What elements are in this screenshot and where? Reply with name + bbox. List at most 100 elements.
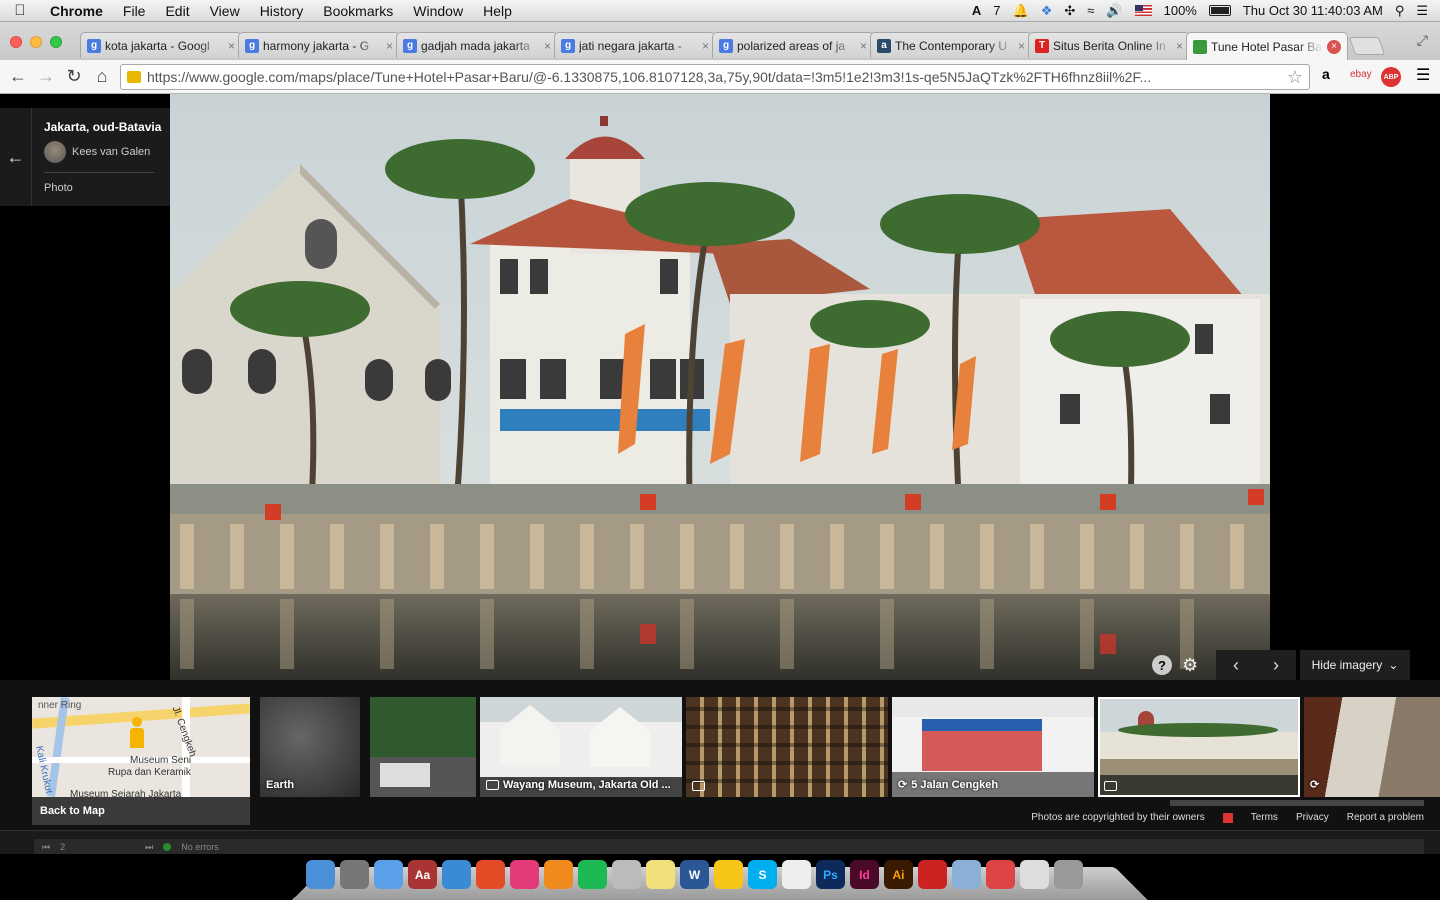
photo-author[interactable]: Kees van Galen bbox=[44, 141, 150, 163]
back-button[interactable]: ← bbox=[4, 66, 32, 87]
close-tab-icon[interactable]: × bbox=[1176, 39, 1183, 53]
tab-2[interactable]: g gadjah mada jakarta × bbox=[396, 32, 558, 58]
tab-5[interactable]: a The Contemporary U × bbox=[870, 32, 1032, 58]
menu-help[interactable]: Help bbox=[473, 3, 522, 19]
amazon-extension-icon[interactable]: a bbox=[1322, 66, 1330, 82]
back-arrow-icon[interactable]: ← bbox=[0, 108, 32, 206]
main-photo[interactable] bbox=[170, 94, 1270, 680]
address-url[interactable]: https://www.google.com/maps/place/Tune+H… bbox=[147, 69, 1287, 85]
acrobat-icon[interactable] bbox=[918, 860, 947, 889]
new-tab-button[interactable] bbox=[1348, 37, 1386, 55]
street-view-thumbnail-station[interactable]: ⟳ bbox=[1304, 697, 1440, 797]
back-to-map-button[interactable]: Back to Map bbox=[32, 797, 250, 825]
skype-icon[interactable]: S bbox=[748, 860, 777, 889]
document-icon[interactable] bbox=[1020, 860, 1049, 889]
folder-icon[interactable] bbox=[952, 860, 981, 889]
author-name[interactable]: Kees van Galen bbox=[72, 146, 150, 158]
close-tab-icon[interactable]: × bbox=[544, 39, 551, 53]
pdf-document-icon[interactable] bbox=[986, 860, 1015, 889]
trash-icon[interactable] bbox=[1054, 860, 1083, 889]
close-tab-icon[interactable]: × bbox=[228, 39, 235, 53]
illustrator-icon[interactable]: Ai bbox=[884, 860, 913, 889]
dictionary-icon[interactable]: Aa bbox=[408, 860, 437, 889]
close-window-button[interactable] bbox=[10, 36, 22, 48]
menu-edit[interactable]: Edit bbox=[155, 3, 199, 19]
chrome-menu-icon[interactable]: ☰ bbox=[1416, 65, 1430, 85]
volume-icon[interactable]: 🔊 bbox=[1106, 3, 1122, 19]
tab-7[interactable]: Tune Hotel Pasar Bar × bbox=[1186, 32, 1348, 60]
dropbox-icon[interactable]: ❖ bbox=[1041, 3, 1053, 19]
photo-thumbnail-trees[interactable] bbox=[370, 697, 476, 797]
bookmark-star-icon[interactable]: ☆ bbox=[1287, 67, 1303, 88]
adobe-icon[interactable]: A bbox=[972, 3, 981, 18]
hide-imagery-button[interactable]: Hide imagery ⌄ bbox=[1300, 650, 1410, 680]
menu-history[interactable]: History bbox=[250, 3, 314, 19]
page-last-icon[interactable]: ⏭ bbox=[145, 842, 153, 853]
close-tab-icon[interactable]: × bbox=[1018, 39, 1025, 53]
indesign-icon[interactable]: Id bbox=[850, 860, 879, 889]
adblock-plus-icon[interactable]: ABP bbox=[1381, 67, 1401, 87]
address-bar[interactable]: https://www.google.com/maps/place/Tune+H… bbox=[120, 64, 1310, 90]
page-first-icon[interactable]: ⏮ bbox=[42, 842, 50, 853]
minimize-window-button[interactable] bbox=[30, 36, 42, 48]
notification-center-icon[interactable]: ☰ bbox=[1416, 3, 1428, 19]
norton-icon[interactable] bbox=[714, 860, 743, 889]
zoom-window-button[interactable] bbox=[50, 36, 62, 48]
stickies-icon[interactable] bbox=[646, 860, 675, 889]
photo-title[interactable]: Jakarta, oud-Batavia bbox=[44, 120, 161, 134]
word-icon[interactable]: W bbox=[680, 860, 709, 889]
photo-thumbnail-wayang-museum[interactable]: Wayang Museum, Jakarta Old ... bbox=[480, 697, 682, 797]
tab-6[interactable]: T Situs Berita Online In × bbox=[1028, 32, 1190, 58]
tab-3[interactable]: g jati negara jakarta - × bbox=[554, 32, 716, 58]
apple-menu-icon[interactable]:  bbox=[0, 2, 40, 19]
calendar-icon[interactable] bbox=[782, 860, 811, 889]
fullscreen-icon[interactable]: ⤢ bbox=[1417, 32, 1428, 49]
forward-button[interactable]: → bbox=[32, 66, 60, 87]
close-tab-icon[interactable]: × bbox=[386, 39, 393, 53]
notification-icon[interactable]: 🔔 bbox=[1013, 3, 1029, 19]
spotify-icon[interactable] bbox=[578, 860, 607, 889]
messages-icon[interactable] bbox=[374, 860, 403, 889]
system-preferences-icon[interactable] bbox=[340, 860, 369, 889]
privacy-link[interactable]: Privacy bbox=[1296, 812, 1329, 823]
spotlight-search-icon[interactable]: ⚲ bbox=[1395, 3, 1405, 19]
menu-app-chrome[interactable]: Chrome bbox=[40, 3, 113, 19]
tab-0[interactable]: g kota jakarta - Googl × bbox=[80, 32, 242, 58]
street-view-thumbnail-jalan-cengkeh[interactable]: ⟳ 5 Jalan Cengkeh bbox=[892, 697, 1094, 797]
home-button[interactable]: ⌂ bbox=[88, 66, 116, 87]
filmstrip-scrollbar[interactable] bbox=[1170, 800, 1424, 806]
chrome-icon[interactable] bbox=[476, 860, 505, 889]
clock[interactable]: Thu Oct 30 11:40:03 AM bbox=[1243, 3, 1383, 18]
ibooks-icon[interactable] bbox=[544, 860, 573, 889]
avatar[interactable] bbox=[44, 141, 66, 163]
reload-button[interactable]: ↻ bbox=[60, 66, 88, 87]
help-button[interactable]: ? bbox=[1152, 650, 1172, 680]
close-tab-icon[interactable]: × bbox=[1327, 39, 1341, 54]
safari-icon[interactable] bbox=[442, 860, 471, 889]
menu-window[interactable]: Window bbox=[403, 3, 473, 19]
photo-thumbnail-gallery-wall[interactable] bbox=[686, 697, 888, 797]
menu-bookmarks[interactable]: Bookmarks bbox=[313, 3, 403, 19]
battery-icon[interactable] bbox=[1208, 5, 1231, 16]
photo-thumbnail-selected[interactable] bbox=[1098, 697, 1300, 797]
finder-icon[interactable] bbox=[306, 860, 335, 889]
calculator-icon[interactable] bbox=[612, 860, 641, 889]
close-tab-icon[interactable]: × bbox=[860, 39, 867, 53]
previous-photo-button[interactable]: ‹ bbox=[1233, 655, 1239, 676]
input-source-flag-icon[interactable] bbox=[1134, 5, 1152, 16]
ebay-extension-icon[interactable]: ebay bbox=[1350, 69, 1372, 80]
earth-thumbnail[interactable]: Earth bbox=[260, 697, 360, 797]
close-tab-icon[interactable]: × bbox=[702, 39, 709, 53]
bluetooth-icon[interactable]: ✣ bbox=[1064, 3, 1075, 19]
tab-1[interactable]: g harmony jakarta - G × bbox=[238, 32, 400, 58]
map-thumbnail[interactable]: nner Ring Kali Krukut Jl. Cengkeh Museum… bbox=[32, 697, 250, 797]
security-warning-icon[interactable] bbox=[127, 71, 141, 83]
photoshop-icon[interactable]: Ps bbox=[816, 860, 845, 889]
next-photo-button[interactable]: › bbox=[1273, 655, 1279, 676]
settings-gear-icon[interactable]: ⚙ bbox=[1182, 650, 1198, 680]
tab-4[interactable]: g polarized areas of ja × bbox=[712, 32, 874, 58]
menu-file[interactable]: File bbox=[113, 3, 156, 19]
wifi-icon[interactable]: ≈ bbox=[1087, 3, 1094, 18]
report-problem-link[interactable]: Report a problem bbox=[1347, 812, 1424, 823]
menu-view[interactable]: View bbox=[200, 3, 250, 19]
